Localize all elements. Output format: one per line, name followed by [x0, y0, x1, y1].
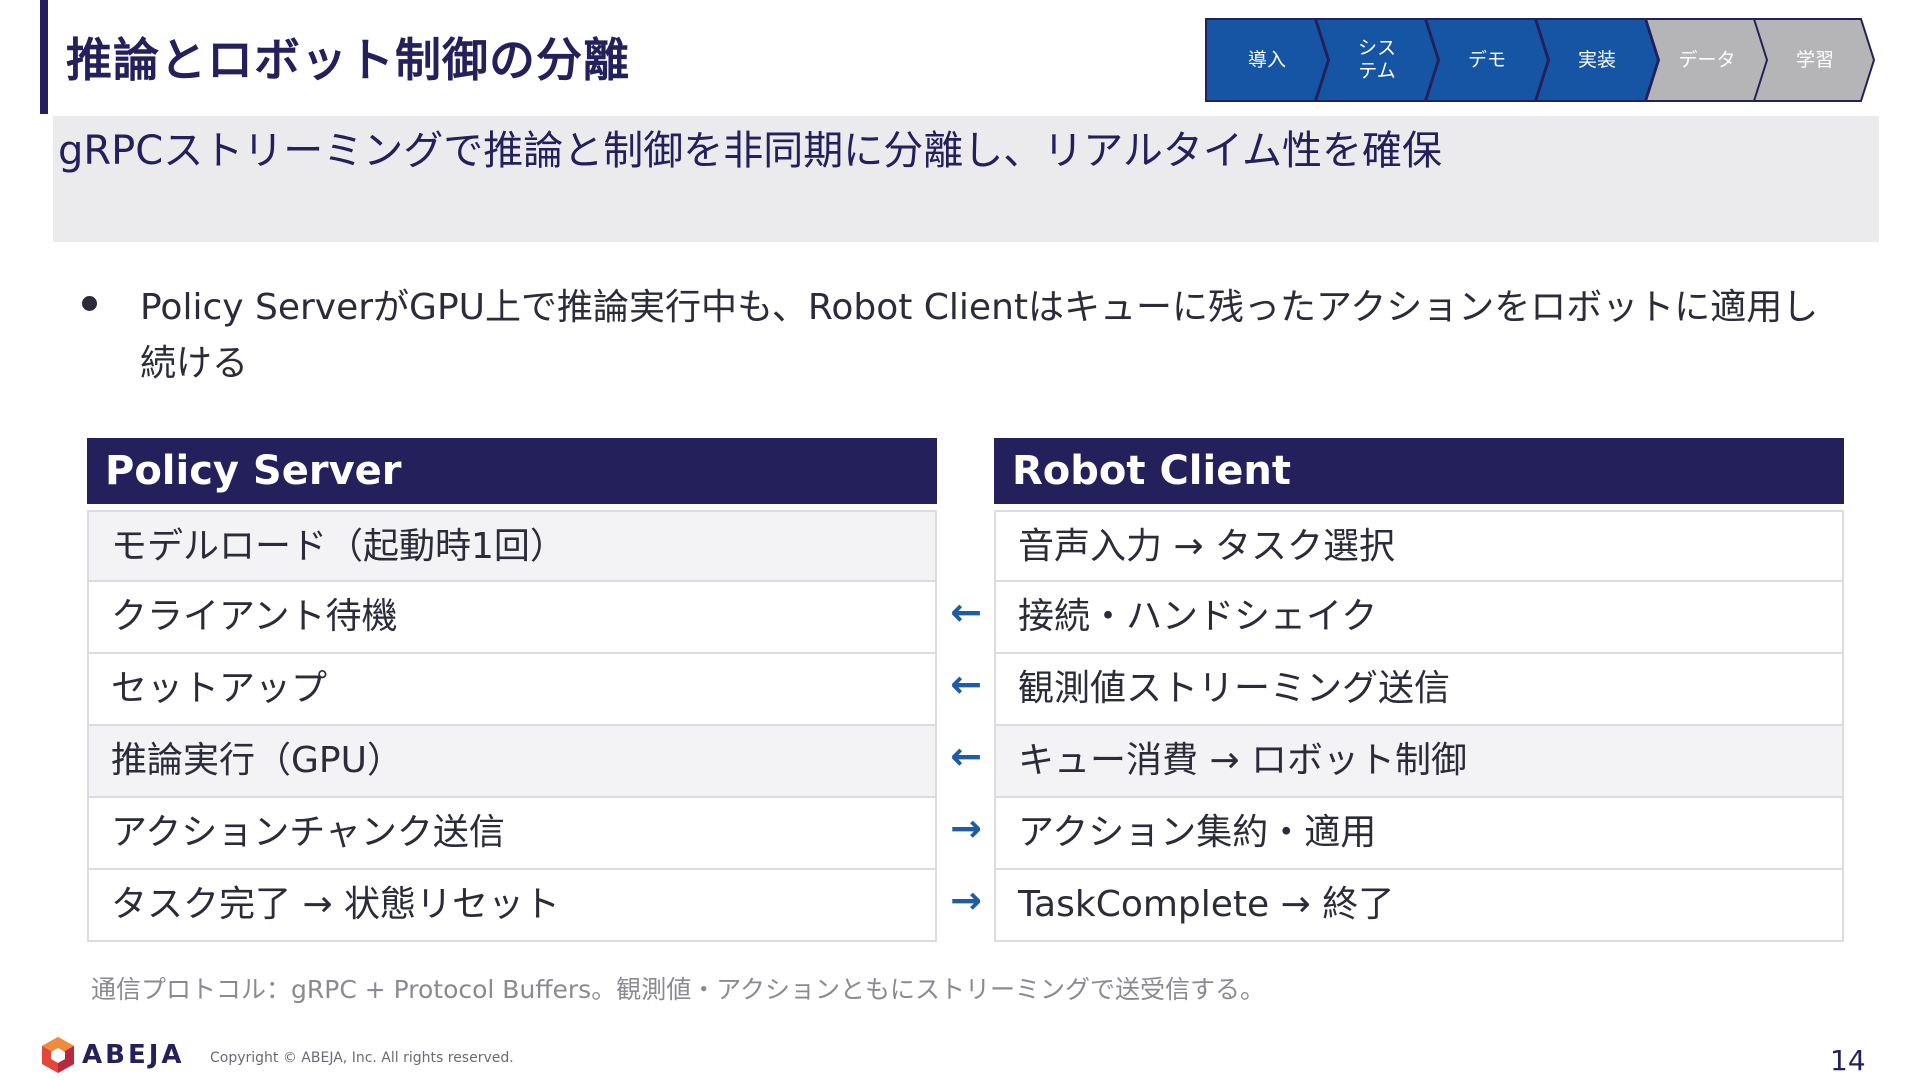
nav-step-label: データ: [1678, 48, 1736, 71]
server-step: タスク完了 → 状態リセット: [87, 870, 937, 942]
nav-step-label: 実装: [1577, 48, 1616, 71]
server-step: 推論実行（GPU）: [87, 726, 937, 798]
left-arrow-icon: ←: [950, 590, 982, 634]
server-step: クライアント待機: [87, 582, 937, 654]
page-title: 推論とロボット制御の分離: [66, 33, 630, 87]
nav-step-label: 導入: [1247, 48, 1286, 71]
client-step: 観測値ストリーミング送信: [994, 654, 1844, 726]
right-arrow-icon: →: [950, 878, 982, 922]
robot-client-column: 音声入力 → タスク選択 接続・ハンドシェイク 観測値ストリーミング送信 キュー…: [994, 510, 1844, 942]
robot-client-header: Robot Client: [994, 438, 1844, 504]
page-number: 14: [1830, 1044, 1866, 1077]
client-step: 接続・ハンドシェイク: [994, 582, 1844, 654]
nav-step-label: デモ: [1467, 48, 1506, 71]
nav-step-intro[interactable]: 導入: [1205, 18, 1329, 102]
client-step: TaskComplete → 終了: [994, 870, 1844, 942]
brand-name: ABEJA: [82, 1040, 185, 1070]
left-arrow-icon: ←: [950, 662, 982, 706]
server-step: モデルロード（起動時1回）: [87, 510, 937, 582]
nav-step-training[interactable]: 学習: [1753, 18, 1877, 102]
abeja-logo-icon: [42, 1037, 74, 1073]
subtitle-text: gRPCストリーミングで推論と制御を非同期に分離し、リアルタイム性を確保: [58, 128, 1443, 174]
server-step: セットアップ: [87, 654, 937, 726]
right-arrow-icon: →: [950, 806, 982, 850]
subtitle-banner: gRPCストリーミングで推論と制御を非同期に分離し、リアルタイム性を確保: [53, 116, 1879, 242]
policy-server-header: Policy Server: [87, 438, 937, 504]
client-step: アクション集約・適用: [994, 798, 1844, 870]
bullet-icon: [82, 296, 97, 311]
nav-step-label: 学習: [1795, 48, 1834, 71]
protocol-note: 通信プロトコル：gRPC + Protocol Buffers。観測値・アクショ…: [91, 975, 1265, 1004]
policy-server-column: モデルロード（起動時1回） クライアント待機 セットアップ 推論実行（GPU） …: [87, 510, 937, 942]
section-progress-nav: 導入 シス テム デモ 実装 データ 学習: [1205, 18, 1877, 102]
copyright: Copyright © ABEJA, Inc. All rights reser…: [210, 1050, 514, 1066]
bullet-text: Policy ServerがGPU上で推論実行中も、Robot Clientはキ…: [140, 287, 1819, 384]
left-arrow-icon: ←: [950, 734, 982, 778]
server-step: アクションチャンク送信: [87, 798, 937, 870]
client-step: キュー消費 → ロボット制御: [994, 726, 1844, 798]
title-accent-bar: [40, 0, 48, 114]
nav-step-implementation[interactable]: 実装: [1535, 18, 1659, 102]
client-step: 音声入力 → タスク選択: [994, 510, 1844, 582]
nav-step-data[interactable]: データ: [1645, 18, 1769, 102]
nav-step-demo[interactable]: デモ: [1425, 18, 1549, 102]
nav-step-system[interactable]: シス テム: [1315, 18, 1439, 102]
nav-step-label: シス テム: [1357, 37, 1396, 82]
